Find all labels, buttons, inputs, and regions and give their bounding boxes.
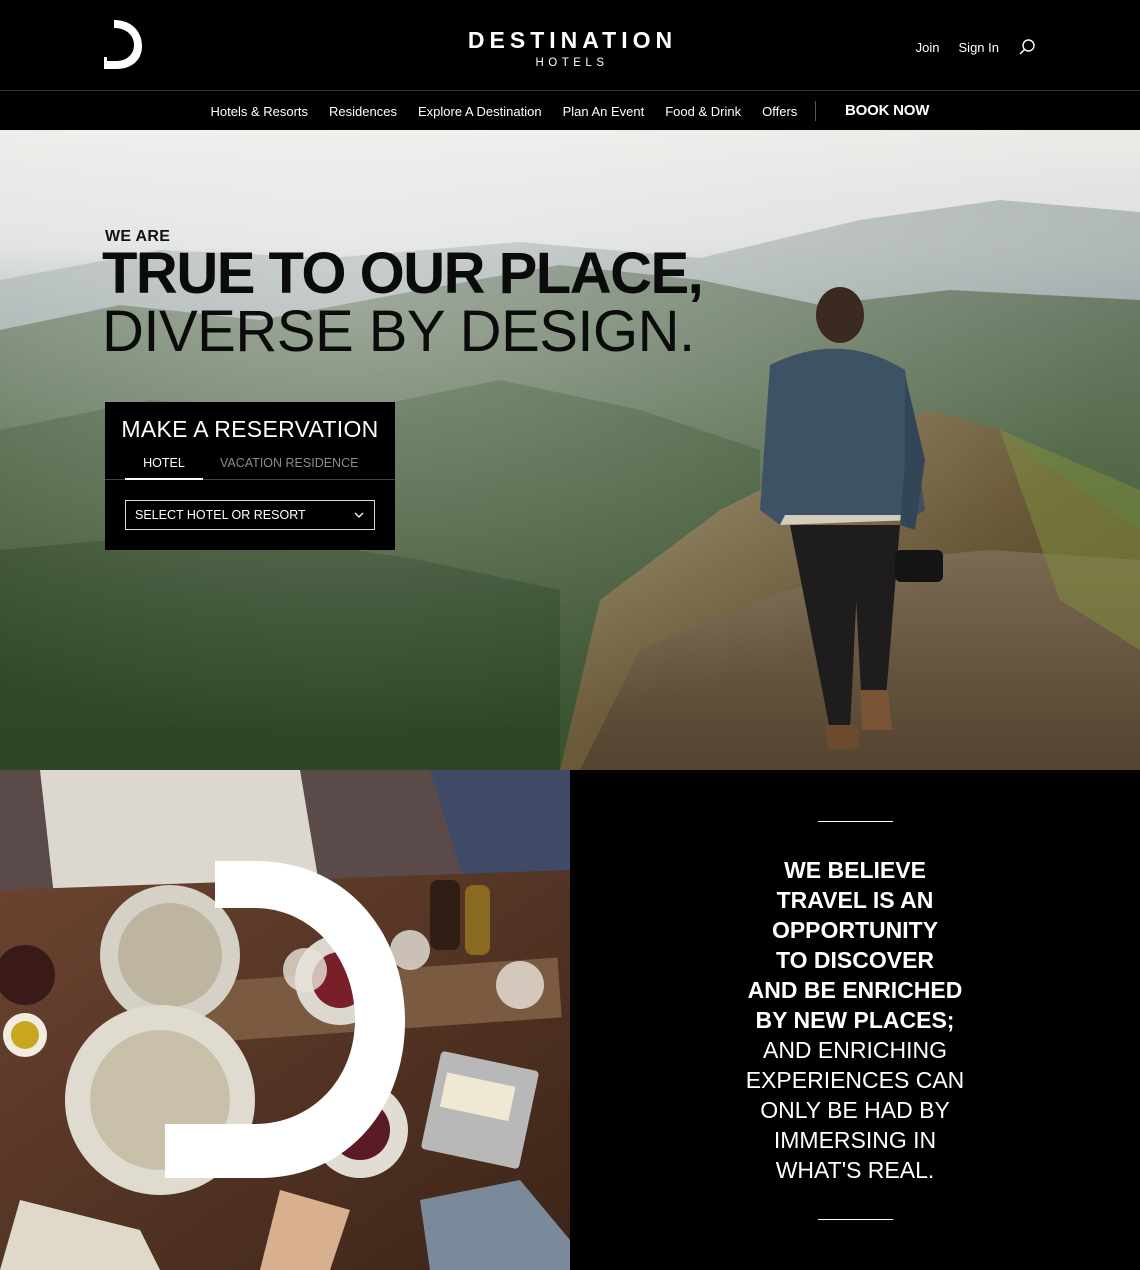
nav-item-residences[interactable]: Residences (319, 104, 408, 119)
belief-line: AND ENRICHING (762, 1037, 947, 1063)
user-links: Join Sign In (916, 38, 1036, 56)
belief-statement-panel: WE BELIEVE TRAVEL IS AN OPPORTUNITY TO D… (570, 770, 1140, 1270)
brand-subtitle: HOTELS (535, 57, 609, 69)
hero-headline-primary: TRUE TO OUR PLACE, (102, 241, 704, 306)
reservation-tabs: HOTEL VACATION RESIDENCE (105, 454, 395, 480)
book-now-button[interactable]: BOOK NOW (845, 91, 929, 131)
hotel-select-label: SELECT HOTEL OR RESORT (135, 508, 306, 522)
belief-line: ONLY BE HAD BY (760, 1097, 950, 1123)
nav-item-explore-destination[interactable]: Explore A Destination (407, 104, 552, 119)
divider-bottom (818, 1219, 893, 1220)
search-icon[interactable] (1018, 38, 1036, 56)
food-table-image-panel (0, 770, 570, 1270)
hero-section: WE ARE TRUE TO OUR PLACE, DIVERSE BY DES… (0, 130, 1140, 770)
belief-line: EXPERIENCES CAN (745, 1067, 965, 1093)
belief-line: IMMERSING IN (773, 1127, 937, 1153)
belief-line: TRAVEL IS AN (776, 887, 934, 913)
divider-top (818, 821, 893, 822)
nav-items: Hotels & Resorts Residences Explore A De… (200, 91, 808, 131)
reservation-widget: MAKE A RESERVATION HOTEL VACATION RESIDE… (105, 402, 395, 550)
belief-line: AND BE ENRICHED (747, 977, 963, 1003)
belief-statement: WE BELIEVE TRAVEL IS AN OPPORTUNITY TO D… (705, 855, 1005, 1185)
tab-vacation-residence[interactable]: VACATION RESIDENCE (220, 456, 358, 470)
top-header: DESTINATION HOTELS Join Sign In (0, 0, 1140, 90)
nav-item-hotels-resorts[interactable]: Hotels & Resorts (200, 104, 319, 119)
belief-line: TO DISCOVER (775, 947, 935, 973)
reservation-title: MAKE A RESERVATION (121, 416, 379, 442)
belief-line: OPPORTUNITY (771, 917, 939, 943)
nav-item-food-drink[interactable]: Food & Drink (655, 104, 752, 119)
nav-item-plan-event[interactable]: Plan An Event (552, 104, 655, 119)
hero-headline-secondary: DIVERSE BY DESIGN. (102, 299, 695, 364)
sign-in-link[interactable]: Sign In (959, 40, 999, 55)
chevron-down-icon (354, 512, 364, 518)
main-nav: Hotels & Resorts Residences Explore A De… (0, 90, 1140, 130)
join-link[interactable]: Join (916, 40, 940, 55)
hotel-select-dropdown[interactable]: SELECT HOTEL OR RESORT (125, 500, 375, 530)
belief-line: WHAT'S REAL. (775, 1157, 935, 1183)
nav-divider (815, 101, 816, 121)
tab-hotel[interactable]: HOTEL (125, 456, 203, 480)
belief-line: WE BELIEVE (784, 857, 926, 883)
nav-item-offers[interactable]: Offers (752, 104, 808, 119)
belief-line: BY NEW PLACES; (755, 1007, 955, 1033)
destination-d-overlay-icon (165, 861, 405, 1178)
